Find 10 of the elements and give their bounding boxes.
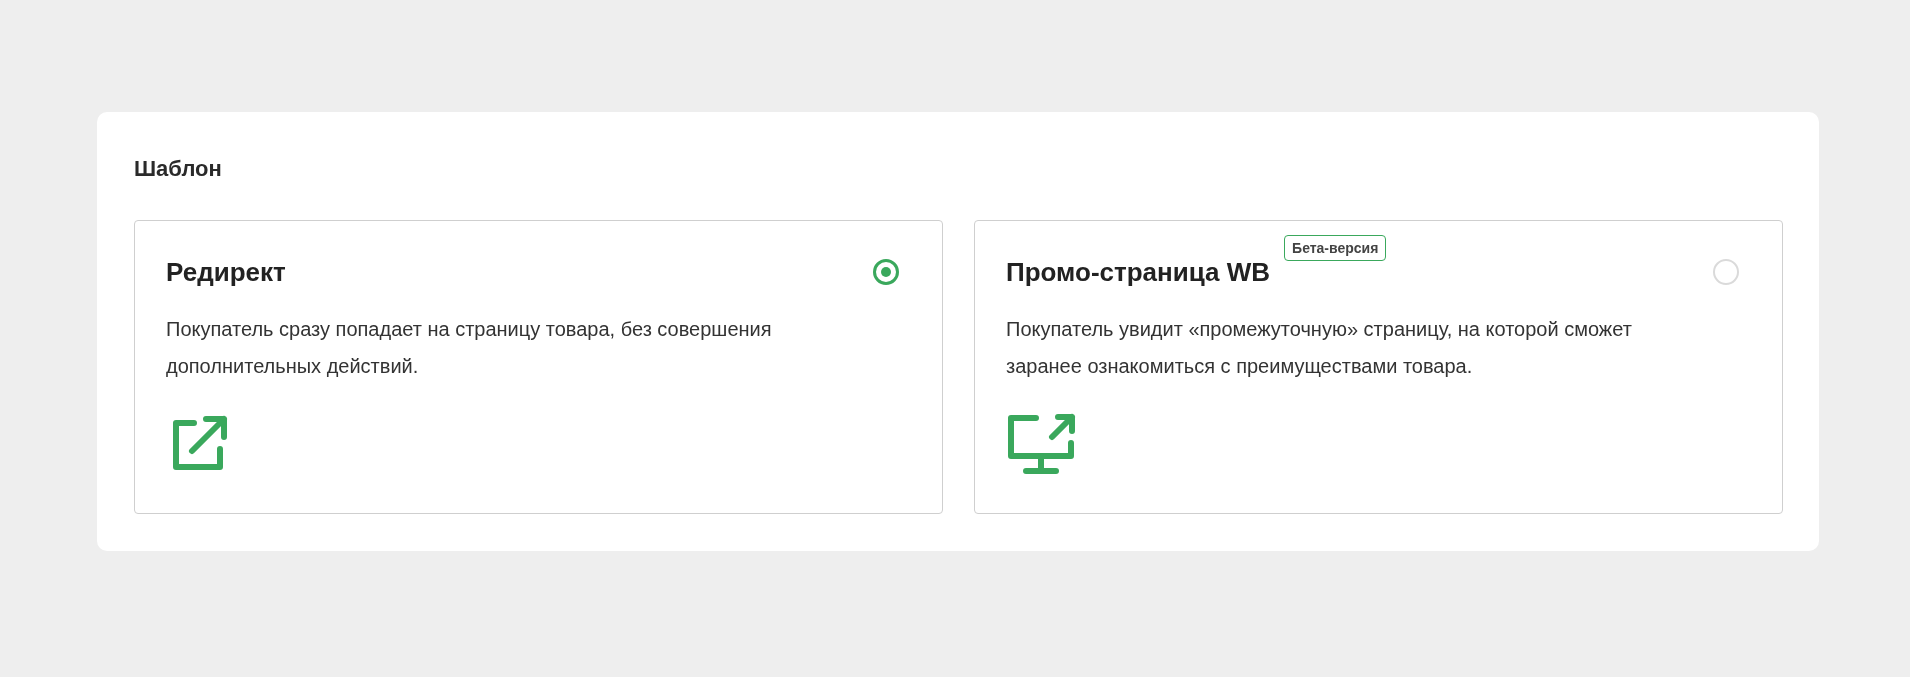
monitor-arrow-icon bbox=[1006, 413, 1076, 477]
template-option-card[interactable]: Промо-страница WB Бета-версия Покупатель увидит «промежуточную» страницу, на которой сможет заранее ознакомиться с преимуществами товара. bbox=[974, 220, 1783, 514]
option-description: Покупатель сразу попадает на страницу товара, без совершения дополнительных действий. bbox=[166, 317, 773, 379]
template-option-card[interactable]: Редирект Покупатель сразу попадает на страницу товара, без совершения дополнительных действий. bbox=[134, 220, 943, 514]
radio-button[interactable] bbox=[873, 259, 899, 285]
option-title: Промо-страница WB bbox=[1006, 257, 1271, 288]
section-title: Шаблон bbox=[134, 156, 223, 182]
option-description: Покупатель увидит «промежуточную» страницу, на которой сможет заранее ознакомиться с преимуществами товара. bbox=[1006, 317, 1633, 379]
beta-badge: Бета-версия bbox=[1284, 235, 1387, 261]
option-title: Редирект bbox=[166, 257, 286, 288]
